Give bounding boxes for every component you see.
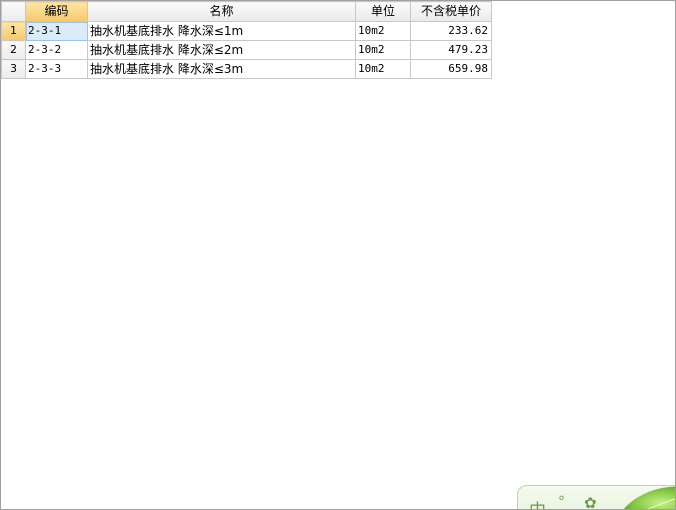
ime-punctuation-icon[interactable]: ° xyxy=(558,494,565,509)
unit-cell[interactable]: 10m2 xyxy=(355,21,411,41)
price-cell[interactable]: 479.23 xyxy=(410,40,492,60)
code-cell[interactable]: 2-3-3 xyxy=(25,59,88,79)
unit-cell[interactable]: 10m2 xyxy=(355,40,411,60)
price-cell[interactable]: 233.62 xyxy=(410,21,492,41)
grid-header-row: 编码 名称 单位 不含税单价 xyxy=(1,1,492,22)
code-cell[interactable]: 2-3-2 xyxy=(25,40,88,60)
quota-grid: 编码 名称 单位 不含税单价 1 2-3-1 抽水机基底排水 降水深≤1m 10… xyxy=(1,1,492,79)
quota-lookup-window: 编码 名称 单位 不含税单价 1 2-3-1 抽水机基底排水 降水深≤1m 10… xyxy=(0,0,676,510)
ime-skin-icon[interactable]: ✿ xyxy=(584,494,597,509)
row-number[interactable]: 2 xyxy=(1,40,26,60)
code-cell[interactable]: 2-3-1 xyxy=(25,21,88,41)
column-header-price[interactable]: 不含税单价 xyxy=(410,1,492,22)
column-header-name[interactable]: 名称 xyxy=(87,1,356,22)
ime-status-bar[interactable]: 中 ° ✿ xyxy=(517,485,675,509)
name-cell[interactable]: 抽水机基底排水 降水深≤1m xyxy=(87,21,356,41)
row-number[interactable]: 1 xyxy=(1,21,26,41)
table-row[interactable]: 2 2-3-2 抽水机基底排水 降水深≤2m 10m2 479.23 xyxy=(1,40,492,60)
table-row[interactable]: 3 2-3-3 抽水机基底排水 降水深≤3m 10m2 659.98 xyxy=(1,59,492,79)
column-header-unit[interactable]: 单位 xyxy=(355,1,411,22)
leaf-decoration-icon xyxy=(624,486,675,509)
ime-chinese-mode-toggle[interactable]: 中 xyxy=(529,496,546,509)
row-header-corner[interactable] xyxy=(1,1,26,22)
table-row[interactable]: 1 2-3-1 抽水机基底排水 降水深≤1m 10m2 233.62 xyxy=(1,21,492,41)
row-number[interactable]: 3 xyxy=(1,59,26,79)
name-cell[interactable]: 抽水机基底排水 降水深≤3m xyxy=(87,59,356,79)
name-cell[interactable]: 抽水机基底排水 降水深≤2m xyxy=(87,40,356,60)
column-header-code[interactable]: 编码 xyxy=(25,1,88,22)
unit-cell[interactable]: 10m2 xyxy=(355,59,411,79)
price-cell[interactable]: 659.98 xyxy=(410,59,492,79)
